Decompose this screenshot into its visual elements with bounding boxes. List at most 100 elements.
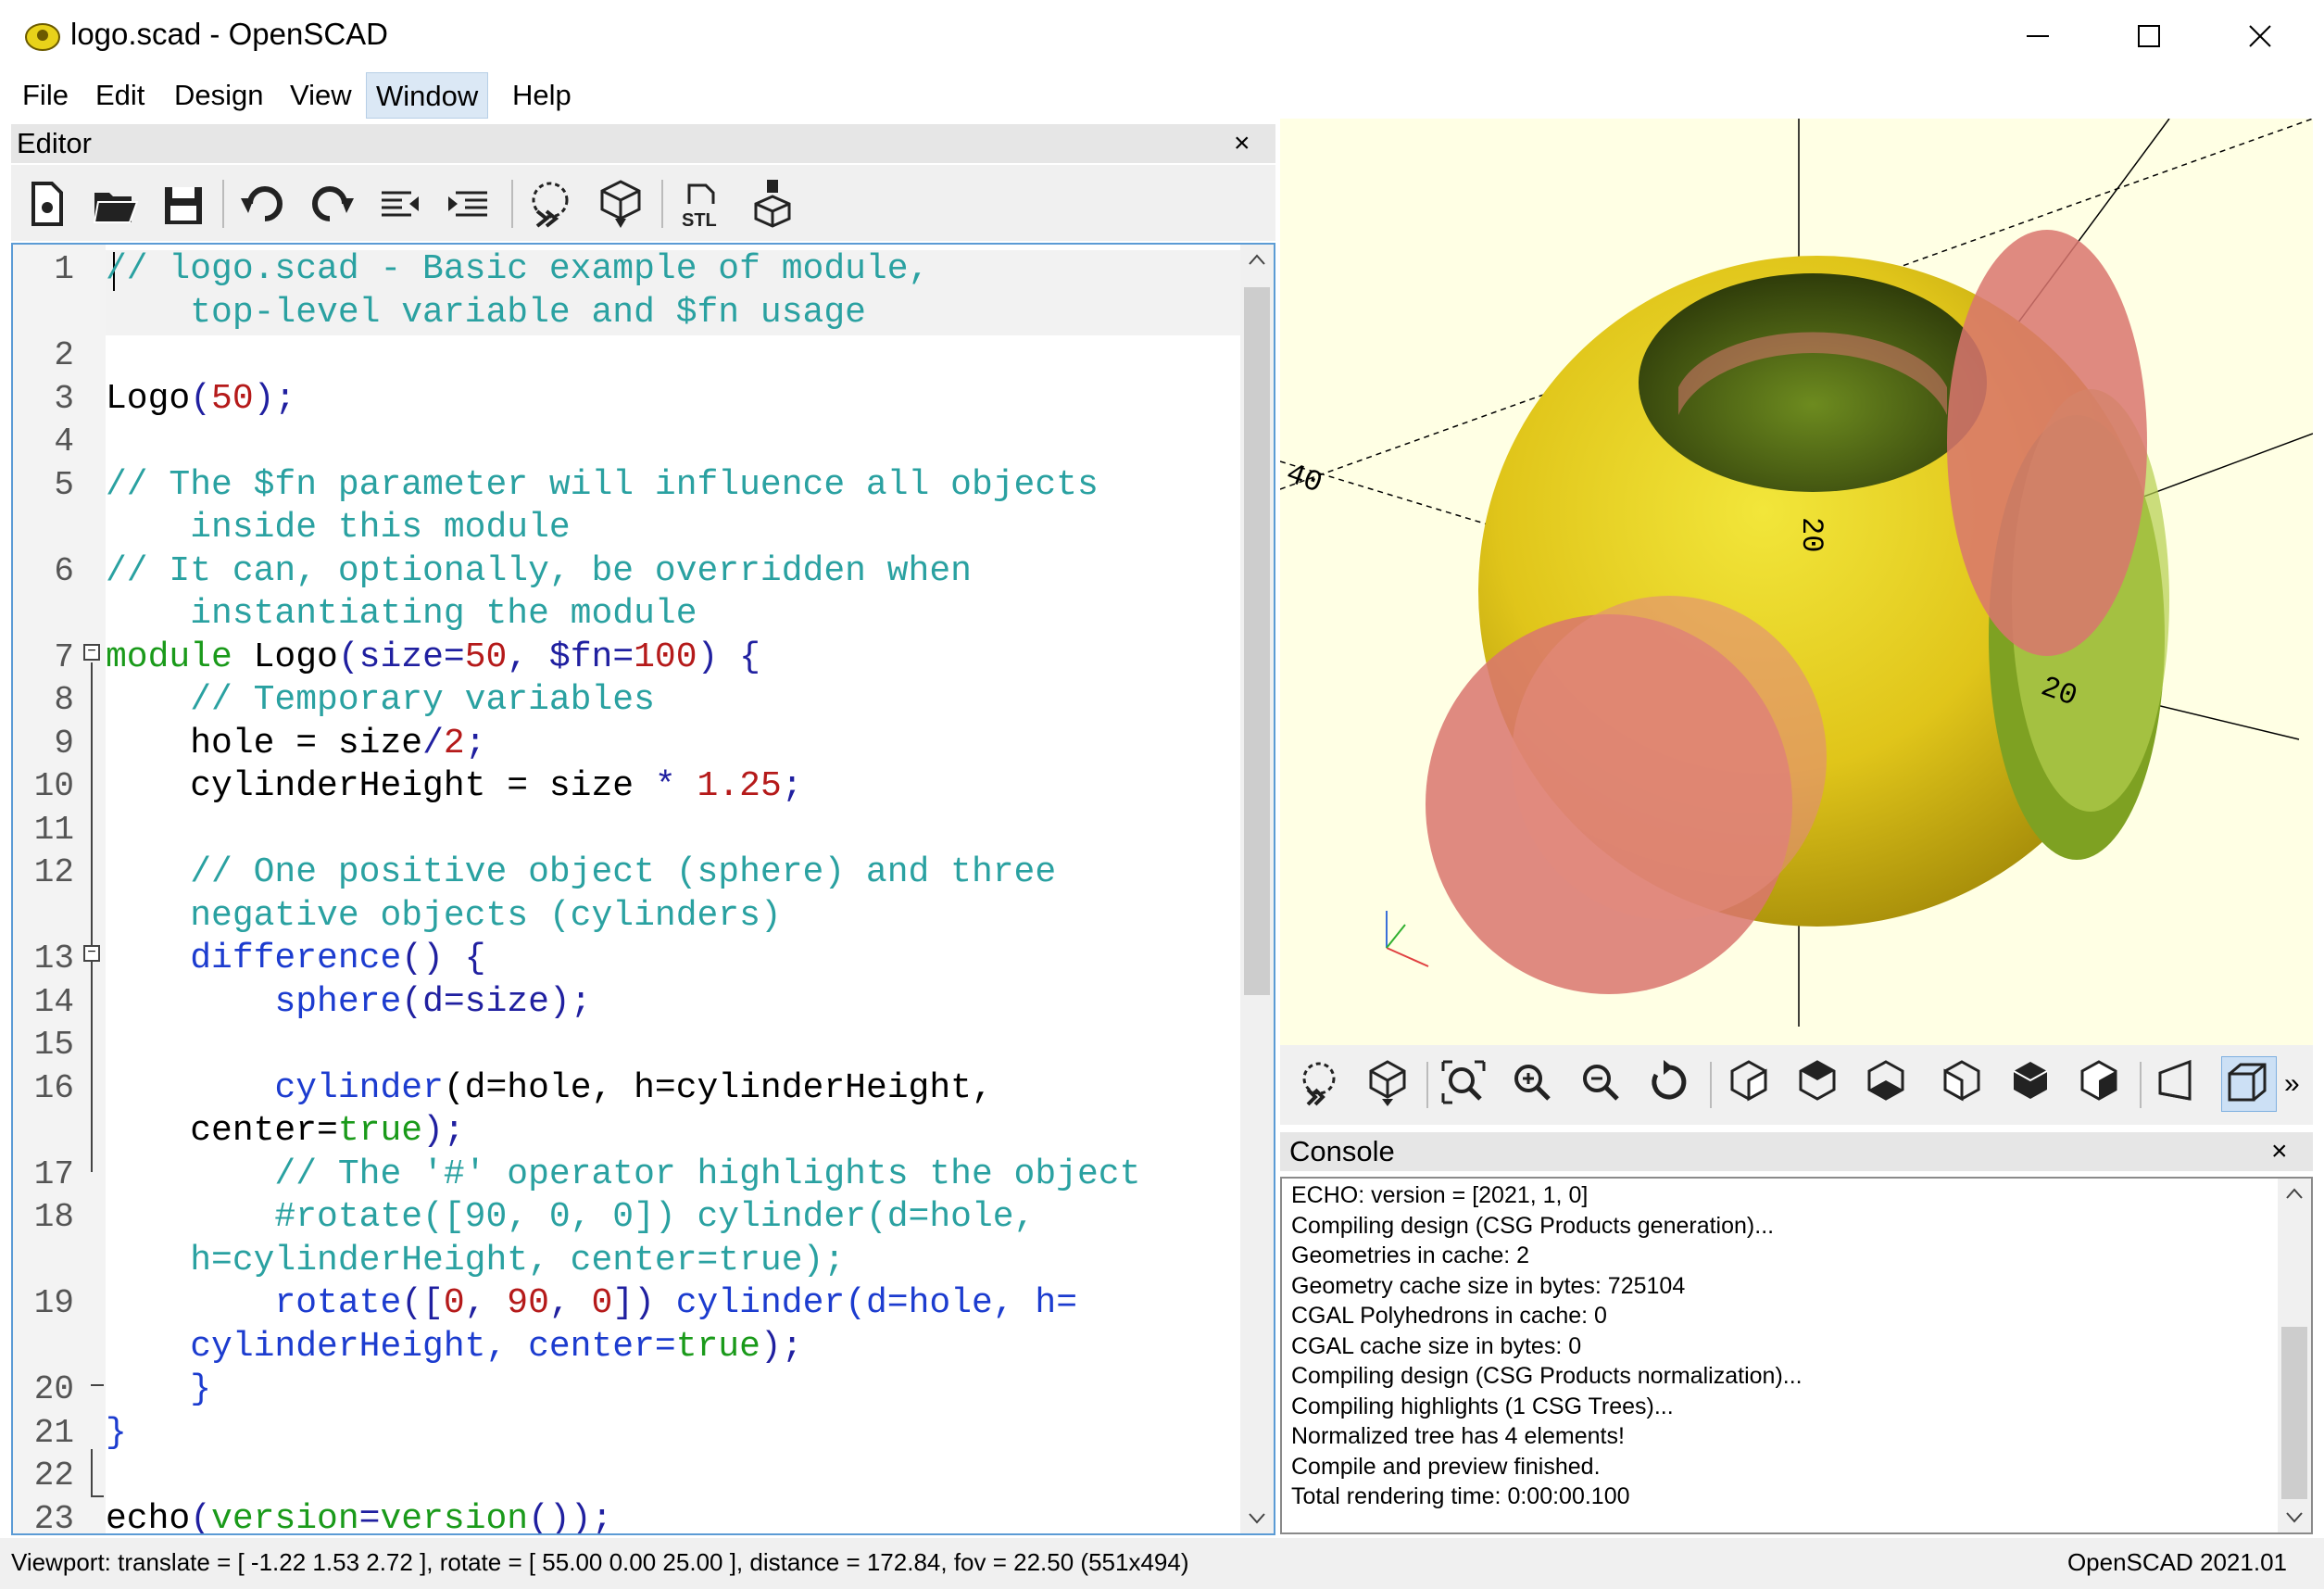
render-icon[interactable]	[595, 176, 647, 232]
fold-toggle-icon[interactable]: −	[83, 644, 100, 661]
scroll-up-icon[interactable]	[1248, 252, 1266, 267]
code-token: hole = size	[106, 723, 423, 763]
console-output[interactable]: ECHO: version = [2021, 1, 0] Compiling de…	[1280, 1177, 2313, 1534]
editor-scrollbar[interactable]	[1240, 245, 1274, 1533]
scroll-down-icon[interactable]	[2285, 1510, 2304, 1525]
view-all-button[interactable]	[1438, 1056, 1493, 1112]
toolbar-separator	[222, 180, 224, 228]
scroll-up-icon[interactable]	[2285, 1186, 2304, 1201]
perspective-icon	[2158, 1059, 2192, 1101]
code-token: }	[106, 1369, 212, 1409]
code-token: version	[380, 1498, 529, 1535]
console-line: Geometry cache size in bytes: 725104	[1291, 1272, 1686, 1299]
view-top-button[interactable]	[1791, 1056, 1847, 1112]
menu-help[interactable]: Help	[503, 72, 581, 119]
menu-file[interactable]: File	[13, 72, 78, 119]
fold-toggle-icon[interactable]: −	[83, 945, 100, 962]
view-front-button[interactable]	[2004, 1056, 2060, 1112]
line-number: 2	[54, 336, 74, 374]
code-token: (size=	[337, 637, 465, 677]
code-token: 2	[443, 723, 465, 763]
orthogonal-button[interactable]	[2221, 1056, 2277, 1112]
open-file-icon[interactable]	[89, 176, 141, 232]
console-line: Normalized tree has 4 elements!	[1291, 1423, 1625, 1449]
console-scrollbar[interactable]	[2278, 1179, 2311, 1532]
render-button[interactable]	[1362, 1056, 1417, 1112]
export-stl-icon[interactable]: STL	[676, 176, 728, 232]
scroll-down-icon[interactable]	[1248, 1511, 1266, 1526]
version-label: OpenSCAD 2021.01	[2066, 1548, 2287, 1576]
code-token: );	[570, 1498, 613, 1535]
menu-window[interactable]: Window	[366, 72, 489, 119]
code-token: cylinder	[675, 1283, 846, 1323]
view-right-button[interactable]	[1723, 1056, 1778, 1112]
line-number: 12	[33, 853, 74, 891]
code-line: }	[106, 1412, 127, 1456]
code-token: Logo	[232, 637, 338, 677]
code-line: // logo.scad - Basic example of module,	[106, 248, 929, 292]
code-token: ,	[548, 1283, 592, 1323]
code-line: difference() {	[106, 938, 485, 981]
orthogonal-icon	[2228, 1063, 2267, 1102]
code-line: Logo(50);	[106, 378, 295, 422]
code-line: #rotate([90, 0, 0]) cylinder(d=hole,	[106, 1196, 1035, 1240]
perspective-button[interactable]	[2153, 1056, 2208, 1112]
close-window-button[interactable]	[2205, 0, 2316, 72]
code-line: echo(version=version());	[106, 1498, 613, 1535]
code-token: Logo	[106, 378, 191, 419]
scroll-thumb[interactable]	[1244, 287, 1270, 995]
toolbar-separator	[2140, 1062, 2142, 1108]
zoom-in-button[interactable]	[1506, 1056, 1562, 1112]
editor-close-button[interactable]: ×	[1234, 124, 1250, 163]
minimize-button[interactable]	[1982, 0, 2093, 72]
code-line: rotate([0, 90, 0]) cylinder(d=hole, h=	[106, 1282, 1077, 1326]
scroll-thumb[interactable]	[2281, 1327, 2307, 1499]
view-back-button[interactable]	[2073, 1056, 2129, 1112]
model-render: 40 20 20	[1280, 119, 2313, 1027]
line-number: 7	[54, 637, 74, 676]
code-token: ()	[528, 1498, 571, 1535]
console-close-button[interactable]: ×	[2271, 1132, 2288, 1171]
line-number: 21	[33, 1413, 74, 1452]
code-token: module	[106, 637, 232, 677]
code-token: ([	[401, 1283, 444, 1323]
code-comment: top-level variable and $fn usage	[106, 292, 866, 333]
code-token: ])	[612, 1283, 676, 1323]
line-number: 3	[54, 379, 74, 418]
console-title: Console	[1289, 1135, 1395, 1167]
console-line: Geometries in cache: 2	[1291, 1242, 1530, 1268]
menu-view[interactable]: View	[281, 72, 361, 119]
reset-view-button[interactable]	[1643, 1056, 1699, 1112]
code-token: =	[358, 1498, 381, 1535]
undo-icon[interactable]	[237, 176, 289, 232]
view-left-button[interactable]	[1936, 1056, 1991, 1112]
indent-icon[interactable]	[443, 176, 495, 232]
unindent-icon[interactable]	[374, 176, 426, 232]
send-to-print-icon[interactable]	[747, 176, 798, 232]
new-file-icon[interactable]	[20, 176, 72, 232]
zoom-out-button[interactable]	[1575, 1056, 1630, 1112]
menu-design[interactable]: Design	[165, 72, 273, 119]
save-icon[interactable]	[157, 176, 209, 232]
menu-edit[interactable]: Edit	[86, 72, 154, 119]
3d-viewport[interactable]: 40 20 20	[1280, 119, 2313, 1045]
view-top-icon	[1799, 1060, 1836, 1101]
code-token: version	[211, 1498, 359, 1535]
maximize-button[interactable]	[2093, 0, 2205, 72]
code-comment: negative objects (cylinders)	[106, 895, 782, 936]
code-editor[interactable]: 1 // logo.scad - Basic example of module,…	[11, 243, 1275, 1535]
code-token: center=	[106, 1111, 338, 1151]
preview-button[interactable]	[1293, 1056, 1349, 1112]
view-bottom-icon	[1867, 1060, 1904, 1101]
window-title: logo.scad - OpenSCAD	[70, 17, 389, 51]
redo-icon[interactable]	[306, 176, 358, 232]
maximize-icon	[2138, 25, 2160, 47]
more-icon[interactable]: »	[2284, 1056, 2300, 1112]
toolbar-separator	[661, 180, 663, 228]
code-line: }	[106, 1368, 211, 1412]
console-line: Total rendering time: 0:00:00.100	[1291, 1483, 1630, 1509]
preview-icon[interactable]	[524, 176, 576, 232]
view-bottom-button[interactable]	[1860, 1056, 1916, 1112]
code-token: 50	[464, 637, 508, 677]
code-token: difference	[190, 939, 402, 978]
